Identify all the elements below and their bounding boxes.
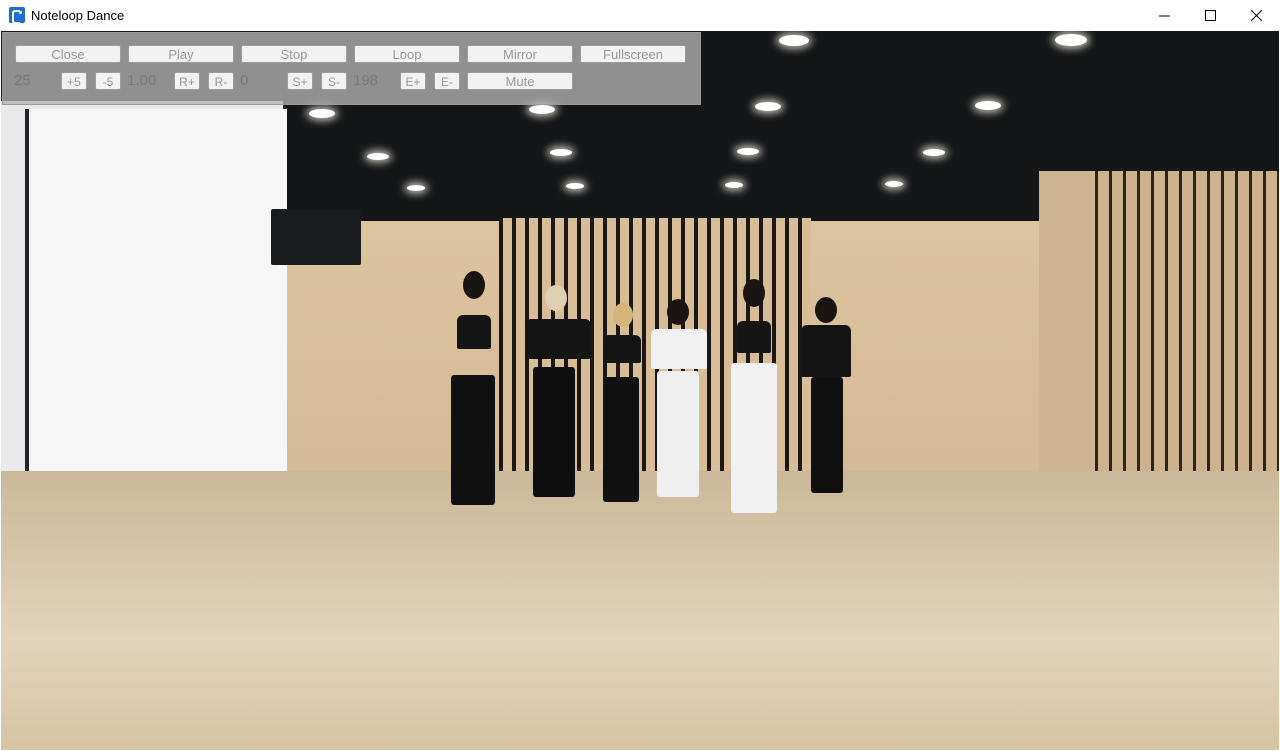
dancer: [647, 299, 711, 507]
close-window-button[interactable]: [1234, 0, 1280, 31]
rate-up-button[interactable]: R+: [174, 72, 200, 90]
video-frame[interactable]: [1, 31, 1279, 750]
app-icon: [9, 7, 25, 24]
mirror-button[interactable]: Mirror: [467, 45, 573, 63]
minimize-icon: [1159, 15, 1170, 17]
dancer: [521, 285, 591, 520]
maximize-button[interactable]: [1188, 0, 1234, 31]
dancer: [723, 279, 787, 524]
wooden-floor: [1, 471, 1279, 750]
ceiling-light: [367, 153, 389, 160]
close-icon: [1251, 10, 1263, 22]
ceiling-light: [566, 183, 584, 189]
volume-down-button[interactable]: -5: [95, 72, 121, 90]
ceiling-light: [923, 149, 945, 156]
rate-value: 1.00: [127, 72, 157, 89]
fullscreen-button[interactable]: Fullscreen: [580, 45, 686, 63]
dancer: [447, 271, 503, 526]
play-button[interactable]: Play: [128, 45, 234, 63]
control-panel: Close Play Stop Loop Mirror Fullscreen 2…: [2, 32, 701, 105]
rate-down-button[interactable]: R-: [208, 72, 234, 90]
ceiling-light: [550, 149, 572, 156]
minimize-button[interactable]: [1142, 0, 1188, 31]
end-down-button[interactable]: E-: [434, 72, 460, 90]
ceiling-light: [309, 109, 335, 118]
title-bar: Noteloop Dance: [0, 0, 1280, 32]
ceiling-light: [975, 101, 1001, 110]
ceiling-light: [1055, 34, 1087, 46]
close-button[interactable]: Close: [15, 45, 121, 63]
ceiling-light: [755, 102, 781, 111]
volume-up-button[interactable]: +5: [61, 72, 87, 90]
speaker: [271, 209, 361, 265]
ceiling-light: [737, 148, 759, 155]
mute-button[interactable]: Mute: [467, 72, 573, 90]
dancer: [797, 297, 855, 502]
ceiling-light: [529, 105, 555, 114]
loop-button[interactable]: Loop: [354, 45, 460, 63]
start-up-button[interactable]: S+: [287, 72, 313, 90]
dancer: [599, 303, 645, 508]
window-title: Noteloop Dance: [31, 8, 125, 23]
end-up-button[interactable]: E+: [400, 72, 426, 90]
maximize-icon: [1205, 10, 1216, 21]
start-down-button[interactable]: S-: [321, 72, 347, 90]
ceiling-light: [725, 182, 743, 188]
end-value: 198: [353, 72, 379, 89]
ceiling-light: [885, 181, 903, 187]
volume-value: 25: [14, 72, 31, 89]
start-value: 0: [240, 72, 249, 89]
ceiling-light: [407, 185, 425, 191]
ceiling-light: [779, 35, 809, 46]
stop-button[interactable]: Stop: [241, 45, 347, 63]
